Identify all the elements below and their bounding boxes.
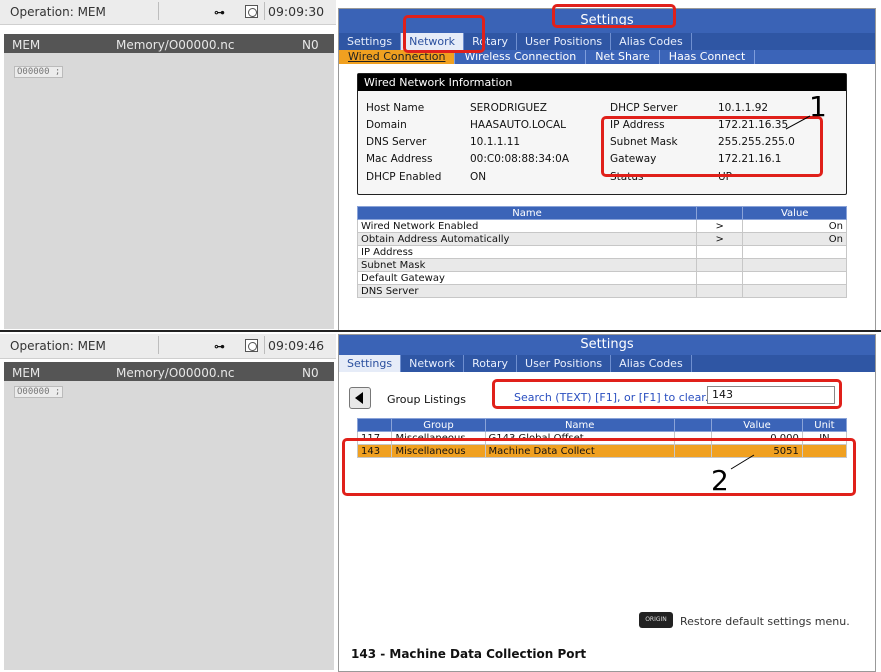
column-header-blank <box>673 418 713 432</box>
table-row[interactable]: Default Gateway <box>357 271 847 285</box>
column-header-number <box>356 418 393 432</box>
mode-label: MEM <box>12 38 41 52</box>
operation-label: Operation: MEM <box>10 5 106 19</box>
row-arrow <box>695 284 744 298</box>
tab-rotary[interactable]: Rotary <box>464 355 518 372</box>
row-name: Subnet Mask <box>357 258 697 272</box>
tab-user-positions[interactable]: User Positions <box>517 33 612 50</box>
screenshot-divider <box>0 330 881 332</box>
dhcp-server-value: 10.1.1.92 <box>718 102 769 114</box>
row-arrow: > <box>695 219 744 233</box>
settings-title: Settings <box>339 335 875 355</box>
tab-settings[interactable]: Settings <box>339 33 402 50</box>
domain-label: Domain <box>366 119 407 131</box>
callout-leader-line <box>730 454 755 470</box>
table-row[interactable]: Subnet Mask <box>357 258 847 272</box>
row-arrow: > <box>695 232 744 246</box>
program-line[interactable]: O00000 ; <box>14 386 64 398</box>
program-file: Memory/O00000.nc <box>116 38 235 52</box>
table-row[interactable]: Obtain Address Automatically > On <box>357 232 847 246</box>
divider <box>264 2 265 20</box>
clock-icon <box>245 339 258 352</box>
callout-number-2: 2 <box>711 464 729 497</box>
back-arrow-button[interactable] <box>349 387 371 409</box>
program-header: MEM Memory/O00000.nc N0 <box>4 34 334 53</box>
divider <box>158 2 159 20</box>
column-header-group: Group <box>391 418 486 432</box>
host-name-label: Host Name <box>366 102 425 114</box>
host-name-value: SERODRIGUEZ <box>470 102 547 114</box>
dns-server-label: DNS Server <box>366 136 427 148</box>
dns-server-value: 10.1.1.11 <box>470 136 521 148</box>
row-value <box>742 258 847 272</box>
row-name: Obtain Address Automatically <box>357 232 697 246</box>
column-header-arrow <box>695 206 744 220</box>
tab-alias-codes[interactable]: Alias Codes <box>611 355 692 372</box>
setting-description-title: 143 - Machine Data Collection Port <box>351 647 587 661</box>
program-line[interactable]: O00000 ; <box>14 66 64 78</box>
clock-icon <box>245 5 258 18</box>
column-header-name: Name <box>357 206 697 220</box>
program-file: Memory/O00000.nc <box>116 366 235 380</box>
network-settings-table: Name Value Wired Network Enabled > On Ob… <box>357 206 847 298</box>
operation-label: Operation: MEM <box>10 339 106 353</box>
mode-label: MEM <box>12 366 41 380</box>
row-value: On <box>742 232 847 246</box>
line-number: N0 <box>302 38 319 52</box>
column-header-name: Name <box>484 418 675 432</box>
info-title: Wired Network Information <box>358 74 846 91</box>
callout-box-settings <box>552 4 676 28</box>
column-header-value: Value <box>742 206 847 220</box>
program-header: MEM Memory/O00000.nc N0 <box>4 362 334 381</box>
mac-address-label: Mac Address <box>366 153 433 165</box>
dhcp-server-label: DHCP Server <box>610 102 678 114</box>
clock-time: 09:09:46 <box>268 338 325 353</box>
tab-alias-codes[interactable]: Alias Codes <box>611 33 692 50</box>
row-name: Default Gateway <box>357 271 697 285</box>
program-pane[interactable]: O00000 ; <box>4 381 334 670</box>
callout-box-network-tab <box>403 15 485 53</box>
row-arrow <box>695 271 744 285</box>
column-header-value: Value <box>711 418 803 432</box>
subtab-net-share[interactable]: Net Share <box>586 50 660 64</box>
row-value: On <box>742 219 847 233</box>
clock-time: 09:09:30 <box>268 4 325 19</box>
callout-box-setting-row <box>342 438 856 496</box>
callout-box-search <box>492 379 842 409</box>
table-row[interactable]: Wired Network Enabled > On <box>357 219 847 233</box>
callout-number-1: 1 <box>809 90 827 123</box>
column-header-unit: Unit <box>801 418 848 432</box>
row-name: DNS Server <box>357 284 697 298</box>
group-listings-label: Group Listings <box>387 393 466 406</box>
key-icon: ⊶ <box>214 6 225 19</box>
tab-network[interactable]: Network <box>401 355 465 372</box>
dhcp-enabled-label: DHCP Enabled <box>366 171 442 183</box>
row-arrow <box>695 258 744 272</box>
domain-value: HAASAUTO.LOCAL <box>470 119 566 131</box>
tab-settings[interactable]: Settings <box>339 355 402 372</box>
program-pane[interactable]: O00000 ; <box>4 53 334 329</box>
status-bar: Operation: MEM ⊶ 09:09:46 <box>0 334 336 359</box>
dhcp-enabled-value: ON <box>470 171 487 183</box>
row-name: IP Address <box>357 245 697 259</box>
row-arrow <box>695 245 744 259</box>
row-value <box>742 271 847 285</box>
origin-key-icon[interactable]: ORIGIN <box>639 612 673 628</box>
line-number: N0 <box>302 366 319 380</box>
row-name: Wired Network Enabled <box>357 219 697 233</box>
tab-user-positions[interactable]: User Positions <box>517 355 612 372</box>
status-bar: Operation: MEM ⊶ 09:09:30 <box>0 0 336 25</box>
restore-default-text: Restore default settings menu. <box>680 615 850 628</box>
divider <box>264 336 265 354</box>
table-row[interactable]: IP Address <box>357 245 847 259</box>
table-row[interactable]: DNS Server <box>357 284 847 298</box>
row-value <box>742 245 847 259</box>
tab-bar: Settings Network Rotary User Positions A… <box>339 355 875 372</box>
subtab-haas-connect[interactable]: Haas Connect <box>660 50 756 64</box>
divider <box>158 336 159 354</box>
row-value <box>742 284 847 298</box>
mac-address-value: 00:C0:08:88:34:0A <box>470 153 570 165</box>
key-icon: ⊶ <box>214 340 225 353</box>
